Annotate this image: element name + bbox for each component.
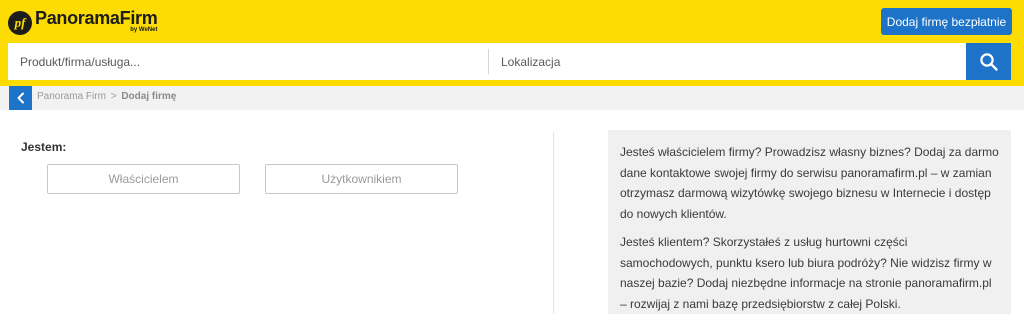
back-button[interactable] — [9, 86, 32, 110]
user-role-button[interactable]: Użytkownikiem — [265, 164, 458, 194]
breadcrumb: Panorama Firm > Dodaj firmę — [37, 91, 176, 102]
logo-wordmark: PanoramaFirm by WeNet — [35, 8, 158, 38]
breadcrumb-bar: Panorama Firm > Dodaj firmę — [0, 86, 1024, 110]
search-icon — [979, 52, 998, 71]
product-search-input[interactable] — [8, 43, 486, 80]
breadcrumb-current: Dodaj firmę — [121, 91, 177, 102]
info-paragraph-owner: Jesteś właścicielem firmy? Prowadzisz wł… — [620, 145, 999, 221]
info-paragraph-client: Jesteś klientem? Skorzystałeś z usług hu… — [620, 235, 992, 311]
search-button[interactable] — [966, 43, 1011, 80]
breadcrumb-separator: > — [110, 91, 117, 102]
breadcrumb-home-link[interactable]: Panorama Firm — [37, 91, 106, 102]
role-label: Jestem: — [21, 140, 67, 154]
panoramafirm-logo[interactable]: pf PanoramaFirm by WeNet — [8, 8, 158, 38]
location-search-input[interactable] — [489, 43, 964, 80]
search-bar — [8, 43, 1011, 80]
logo-name: PanoramaFirm — [35, 8, 158, 28]
chevron-left-icon — [17, 92, 24, 104]
info-panel: Jesteś właścicielem firmy? Prowadzisz wł… — [608, 130, 1011, 314]
logo-badge-icon: pf — [8, 11, 32, 35]
add-company-button[interactable]: Dodaj firmę bezpłatnie — [881, 8, 1012, 35]
owner-role-button[interactable]: Właścicielem — [47, 164, 240, 194]
column-divider — [553, 132, 554, 314]
logo-subtitle: by WeNet — [130, 27, 158, 33]
site-header: pf PanoramaFirm by WeNet Dodaj firmę bez… — [0, 0, 1024, 86]
